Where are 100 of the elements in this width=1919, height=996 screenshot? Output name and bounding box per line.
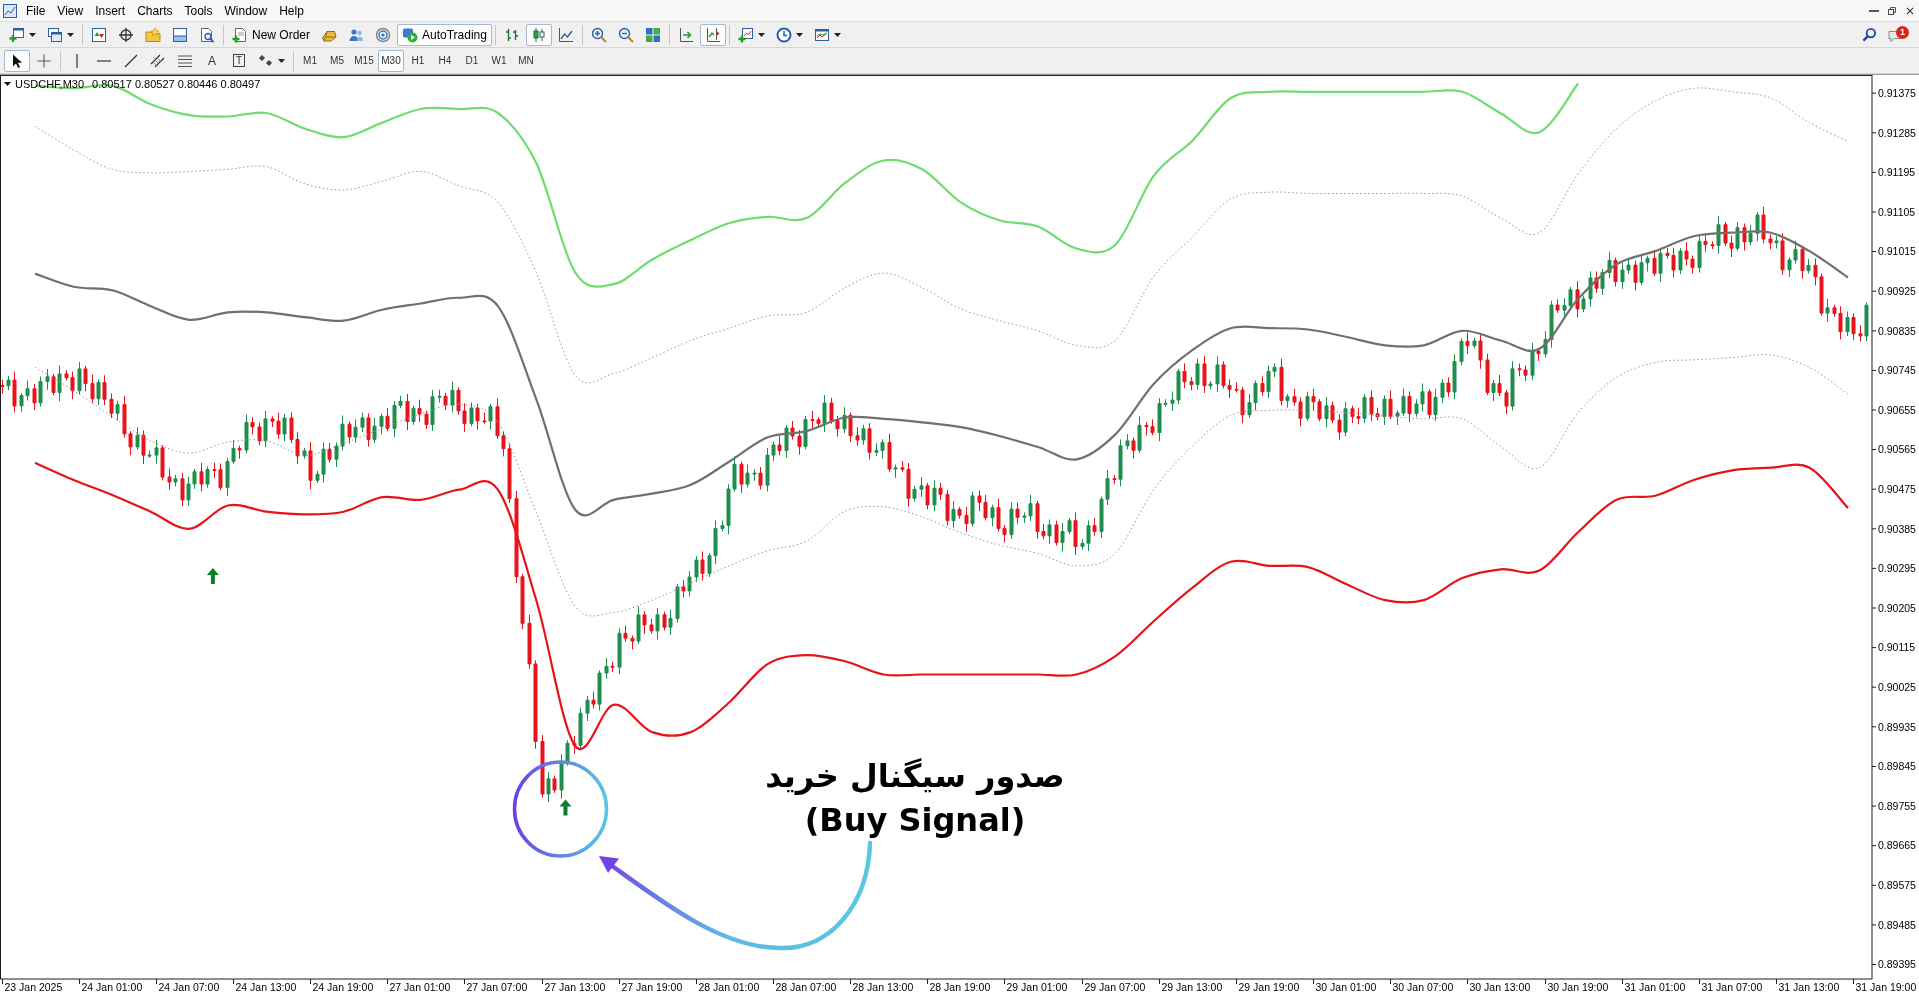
time-label: 27 Jan 01:00 (389, 981, 451, 993)
price-label: 0.89485 (1878, 918, 1916, 931)
minimize-icon[interactable] (1869, 9, 1879, 12)
caret-icon[interactable] (4, 82, 11, 86)
toolbar-button[interactable]: AutoTrading (397, 23, 492, 46)
app-icon (2, 2, 18, 19)
zoom-out-icon (617, 26, 634, 43)
menu-item[interactable]: Window (218, 0, 274, 21)
price-label: 0.91285 (1878, 126, 1916, 139)
price-label: 0.89845 (1878, 760, 1916, 773)
menu-item[interactable]: Charts (131, 0, 179, 21)
price-label: 0.91015 (1878, 245, 1916, 258)
zoom-in-icon (590, 26, 607, 43)
caret-icon (67, 32, 74, 37)
price-label: 0.90115 (1878, 641, 1916, 654)
crosshair-icon (36, 52, 52, 69)
time-label: 29 Jan 07:00 (1084, 981, 1146, 993)
document-plus-icon (232, 26, 248, 43)
time-label: 27 Jan 07:00 (466, 981, 528, 993)
time-label: 24 Jan 07:00 (158, 981, 220, 993)
time-label: 31 Jan 07:00 (1701, 981, 1763, 993)
up-arrow-icon (559, 799, 572, 816)
timeframe-button[interactable]: M30 (378, 49, 404, 72)
line-chart-icon (557, 26, 574, 43)
price-label: 0.89575 (1878, 879, 1916, 892)
caret-icon (833, 32, 841, 37)
time-label: 31 Jan 01:00 (1624, 981, 1686, 993)
time-label: 27 Jan 13:00 (544, 981, 606, 993)
tool-button[interactable]: T (226, 49, 252, 72)
timeframe-button[interactable]: M5 (324, 49, 350, 72)
levels-icon (177, 52, 193, 69)
candlestick-icon (530, 26, 547, 43)
play-icon (402, 26, 418, 43)
timeframe-button[interactable]: MN (513, 49, 539, 72)
menu-item[interactable]: Insert (89, 0, 132, 21)
time-label: 29 Jan 19:00 (1238, 981, 1300, 993)
price-label: 0.90655 (1878, 403, 1916, 416)
price-label: 0.91105 (1878, 205, 1916, 218)
timeframe-button[interactable]: H1 (405, 49, 431, 72)
price-label: 0.90925 (1878, 285, 1916, 297)
menu-item[interactable]: Help (273, 0, 310, 21)
caret-icon (757, 32, 765, 37)
price-label: 0.89755 (1878, 799, 1916, 812)
chart-symbol: USDCHF,M30 (15, 77, 85, 91)
time-label: 30 Jan 01:00 (1315, 981, 1377, 993)
search-icon[interactable] (1862, 27, 1877, 42)
up-arrow-icon (206, 568, 219, 584)
windows-icon (47, 26, 63, 43)
price-label: 0.91195 (1878, 166, 1916, 179)
time-label: 28 Jan 19:00 (929, 981, 991, 993)
caret-icon (278, 58, 285, 63)
menu-item[interactable]: File (20, 0, 52, 21)
time-label: 28 Jan 01:00 (698, 981, 760, 993)
toolbar-button[interactable] (525, 23, 552, 46)
caret-icon (29, 32, 36, 37)
restore-icon[interactable] (1887, 5, 1897, 16)
time-label: 30 Jan 07:00 (1392, 981, 1454, 993)
menu-item[interactable]: View (51, 0, 90, 21)
close-icon[interactable] (1905, 5, 1915, 16)
price-label: 0.90295 (1878, 562, 1916, 575)
time-label: 30 Jan 13:00 (1469, 981, 1531, 993)
price-label: 0.89935 (1878, 720, 1916, 733)
price-label: 0.89395 (1878, 958, 1916, 971)
diamonds-icon (258, 52, 274, 69)
folder-star-icon (145, 26, 161, 43)
time-label: 31 Jan 13:00 (1778, 981, 1840, 993)
price-label: 0.91375 (1878, 86, 1916, 99)
notification-badge: 1 (1896, 25, 1909, 39)
timeframe-button[interactable]: W1 (486, 49, 512, 72)
price-label: 0.90475 (1878, 483, 1916, 495)
framed-letter: T (232, 54, 246, 67)
price-label: 0.90745 (1878, 364, 1916, 377)
menu-item[interactable]: Tools (178, 0, 219, 21)
timeframe-button[interactable]: M15 (351, 49, 377, 72)
time-label: 27 Jan 19:00 (621, 981, 683, 993)
chart-plus-icon (737, 26, 754, 43)
time-label: 29 Jan 13:00 (1161, 981, 1223, 993)
time-label: 29 Jan 01:00 (1006, 981, 1068, 993)
toolbar-button[interactable] (699, 23, 726, 46)
price-label: 0.89665 (1878, 839, 1916, 852)
time-label: 31 Jan 19:00 (1855, 981, 1917, 993)
rings-icon (375, 26, 391, 43)
tool-button[interactable] (4, 49, 30, 72)
price-label: 0.90565 (1878, 443, 1916, 456)
timeframe-button[interactable]: M1 (297, 49, 323, 72)
price-label: 0.90025 (1878, 681, 1916, 694)
price-label: 0.90835 (1878, 324, 1916, 337)
window-plus-icon (9, 26, 25, 43)
target-icon (118, 26, 134, 43)
document-search-icon (199, 26, 215, 43)
bars-icon (503, 26, 520, 43)
price-label: 0.90385 (1878, 522, 1916, 535)
trendline-icon (123, 52, 139, 69)
timeframe-button[interactable]: D1 (459, 49, 485, 72)
clock-icon (775, 26, 792, 43)
toolbar-button[interactable]: New Order (227, 23, 315, 46)
price-label: 0.90205 (1878, 601, 1916, 614)
tool-button[interactable]: A (199, 49, 225, 72)
axis-flag-icon (704, 26, 721, 43)
timeframe-button[interactable]: H4 (432, 49, 458, 72)
